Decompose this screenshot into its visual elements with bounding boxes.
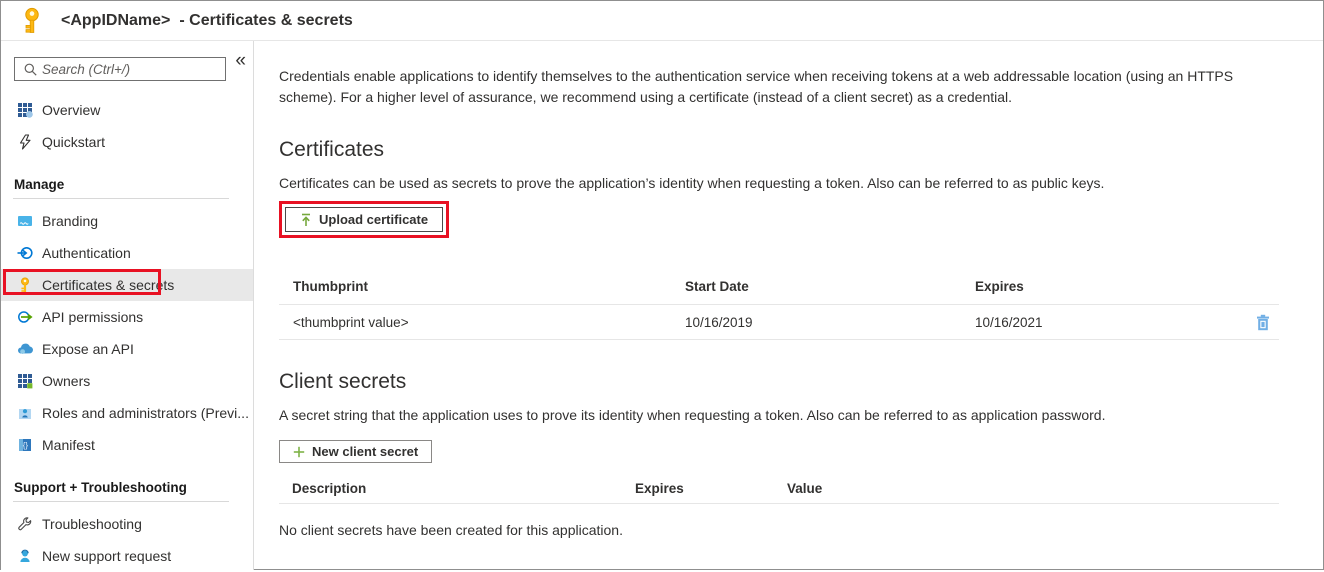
certificates-table-header: Thumbprint Start Date Expires xyxy=(279,269,1279,305)
sidebar-item-label: Expose an API xyxy=(42,341,134,357)
app-key-icon xyxy=(19,7,45,35)
main-content: Credentials enable applications to ident… xyxy=(254,41,1323,570)
client-secrets-description: A secret string that the application use… xyxy=(279,407,1106,423)
sidebar-section-manage: Manage xyxy=(14,177,65,192)
sidebar-item-api-permissions[interactable]: API permissions xyxy=(1,301,253,333)
expose-api-icon xyxy=(17,341,33,357)
key-icon xyxy=(17,277,33,293)
sidebar-nav: Overview Quickstart Manage Branding Auth… xyxy=(1,94,253,572)
sidebar-search xyxy=(14,57,226,81)
client-secrets-table: Description Expires Value xyxy=(279,474,1279,504)
column-header-thumbprint: Thumbprint xyxy=(293,279,368,294)
certificates-table: Thumbprint Start Date Expires <thumbprin… xyxy=(279,269,1279,340)
sidebar-item-label: Quickstart xyxy=(42,134,106,150)
plus-icon xyxy=(293,446,305,458)
roles-administrators-icon xyxy=(17,405,33,421)
sidebar-item-authentication[interactable]: Authentication xyxy=(1,237,253,269)
manifest-icon: {} xyxy=(17,437,33,453)
svg-text:{}: {} xyxy=(23,441,29,450)
certificate-table-row: <thumbprint value> 10/16/2019 10/16/2021 xyxy=(279,305,1279,340)
sidebar-item-label: Manifest xyxy=(42,437,95,453)
upload-certificate-label: Upload certificate xyxy=(319,212,429,227)
sidebar-item-label: API permissions xyxy=(42,309,144,325)
branding-icon xyxy=(17,213,33,229)
certificate-thumbprint-value: <thumbprint value> xyxy=(293,314,409,330)
page-title-suffix: - Certificates & secrets xyxy=(179,11,353,29)
quickstart-icon xyxy=(17,134,33,150)
column-header-expires: Expires xyxy=(975,279,1024,294)
column-header-expires: Expires xyxy=(635,481,684,496)
sidebar-item-label: Overview xyxy=(42,102,101,118)
sidebar-item-label: Owners xyxy=(42,373,91,389)
sidebar: « Overview xyxy=(1,41,254,570)
sidebar-item-label: Certificates & secrets xyxy=(42,277,175,293)
delete-certificate-icon[interactable] xyxy=(1255,314,1271,331)
sidebar-item-expose-api[interactable]: Expose an API xyxy=(1,333,253,365)
wrench-icon xyxy=(17,516,33,532)
support-person-icon xyxy=(17,548,33,564)
sidebar-item-roles-administrators[interactable]: Roles and administrators (Previ... xyxy=(1,397,253,429)
sidebar-item-branding[interactable]: Branding xyxy=(1,205,253,237)
sidebar-item-owners[interactable]: Owners xyxy=(1,365,253,397)
column-header-start-date: Start Date xyxy=(685,279,749,294)
search-icon xyxy=(23,62,38,77)
collapse-sidebar-icon[interactable]: « xyxy=(235,51,246,70)
sidebar-item-new-support-request[interactable]: New support request xyxy=(1,540,253,572)
sidebar-item-certificates-secrets[interactable]: Certificates & secrets xyxy=(1,269,253,301)
divider xyxy=(13,501,229,502)
sidebar-item-label: Branding xyxy=(42,213,99,229)
client-secrets-section-title: Client secrets xyxy=(279,370,407,393)
blade-header: <AppIDName> - Certificates & secrets xyxy=(1,1,1323,41)
sidebar-item-quickstart[interactable]: Quickstart xyxy=(1,126,253,158)
sidebar-item-label: Troubleshooting xyxy=(42,516,142,532)
column-header-value: Value xyxy=(787,481,823,496)
certificates-description: Certificates can be used as secrets to p… xyxy=(279,175,1105,191)
certificate-expires-date: 10/16/2021 xyxy=(975,314,1043,330)
certificate-start-date: 10/16/2019 xyxy=(685,314,753,330)
certificates-section-title: Certificates xyxy=(279,138,385,161)
new-client-secret-button[interactable]: New client secret xyxy=(279,440,433,463)
upload-icon xyxy=(300,213,312,227)
overview-icon xyxy=(17,102,33,118)
no-client-secrets-message: No client secrets have been created for … xyxy=(279,522,623,538)
sidebar-item-label: New support request xyxy=(42,548,172,564)
credentials-intro-text: Credentials enable applications to ident… xyxy=(279,68,1234,105)
annotation-box-upload-button: Upload certificate xyxy=(279,201,450,238)
sidebar-item-overview[interactable]: Overview xyxy=(1,94,253,126)
sidebar-item-label: Roles and administrators (Previ... xyxy=(42,405,249,421)
owners-icon xyxy=(17,373,33,389)
sidebar-item-label: Authentication xyxy=(42,245,131,261)
search-input[interactable] xyxy=(38,61,225,77)
sidebar-section-support: Support + Troubleshooting xyxy=(14,480,187,495)
column-header-description: Description xyxy=(292,481,367,496)
authentication-icon xyxy=(17,245,33,261)
new-client-secret-label: New client secret xyxy=(312,444,419,459)
page-title-app-name: <AppIDName> xyxy=(61,11,171,29)
upload-certificate-button[interactable]: Upload certificate xyxy=(285,207,444,232)
sidebar-item-manifest[interactable]: {} Manifest xyxy=(1,429,253,461)
api-permissions-icon xyxy=(17,309,33,325)
sidebar-item-troubleshooting[interactable]: Troubleshooting xyxy=(1,508,253,540)
client-secrets-table-header: Description Expires Value xyxy=(279,474,1279,504)
divider xyxy=(13,198,229,199)
